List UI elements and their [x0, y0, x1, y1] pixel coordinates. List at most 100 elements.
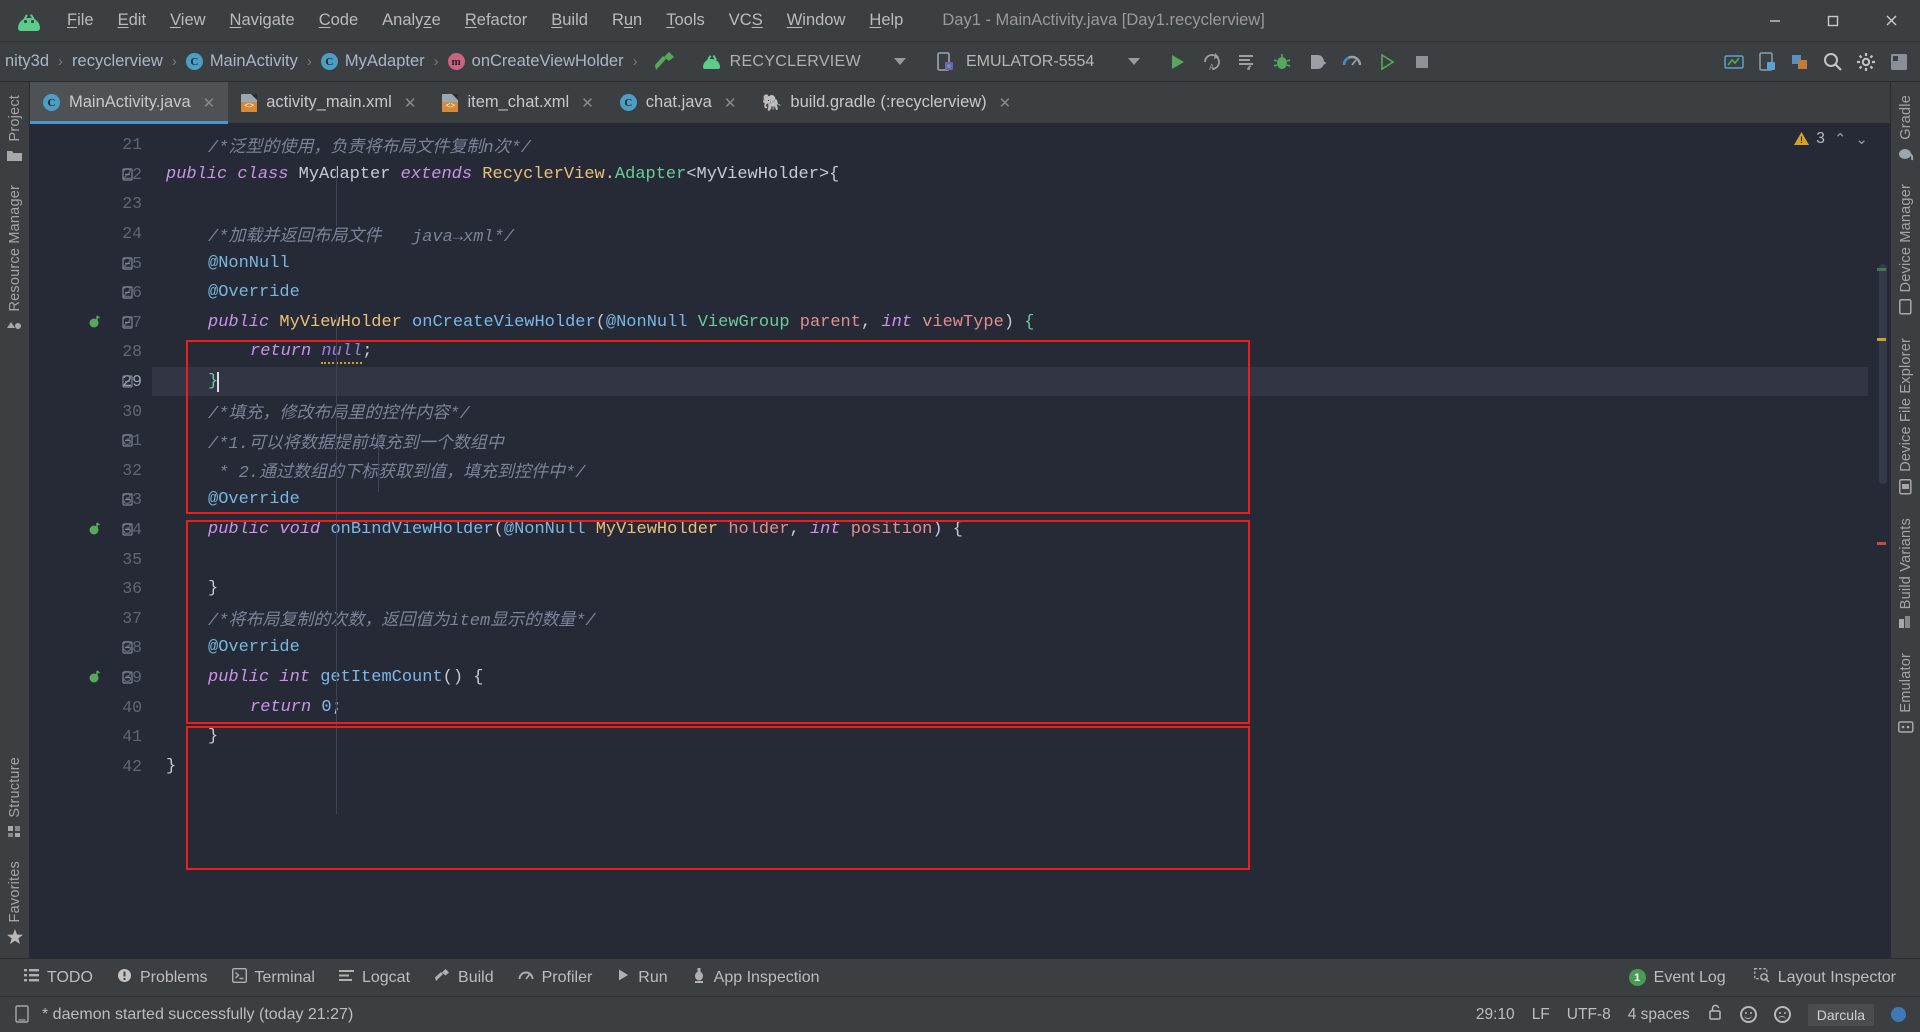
code-line[interactable]: @Override — [152, 278, 1868, 308]
editor-scrollbar[interactable] — [1879, 264, 1887, 484]
settings-gear-icon[interactable] — [1851, 47, 1881, 77]
profiler-icon[interactable] — [1337, 47, 1367, 77]
warning-count-badge[interactable]: ! 3 — [1793, 130, 1825, 148]
tool-window-button-logcat[interactable]: Logcat — [327, 965, 422, 991]
tool-window-structure[interactable]: Structure — [7, 748, 23, 852]
stop-icon[interactable] — [1407, 47, 1437, 77]
code-line[interactable]: @NonNull — [152, 248, 1868, 278]
tab-chat-java[interactable]: Cchat.java ✕ — [607, 82, 750, 123]
build-hammer-icon[interactable] — [652, 50, 678, 74]
code-line[interactable]: public void onBindViewHolder(@NonNull My… — [152, 515, 1868, 545]
tool-window-device-file-explorer[interactable]: Device File Explorer — [1898, 329, 1914, 509]
device-selector[interactable]: EMULATOR-5554 — [926, 47, 1148, 77]
tab-mainactivity-java[interactable]: C MainActivity.java ✕ — [30, 82, 229, 124]
tab-build-gradle[interactable]: 🐘 build.gradle (:recyclerview) ✕ — [749, 82, 1024, 123]
tool-window-button-terminal[interactable]: Terminal — [220, 964, 327, 992]
breadcrumb-item-myadapter[interactable]: C MyAdapter — [316, 49, 430, 74]
run-gutter-icon[interactable] — [88, 670, 103, 685]
code-line[interactable]: /*1.可以将数据提前填充到一个数组中 — [152, 426, 1868, 456]
tool-window-device-manager[interactable]: Device Manager — [1898, 175, 1914, 329]
apply-code-changes-icon[interactable] — [1232, 47, 1262, 77]
close-button[interactable] — [1862, 0, 1920, 42]
maximize-button[interactable] — [1804, 0, 1862, 42]
avd-manager-icon[interactable] — [1752, 47, 1782, 77]
code-fold-icon[interactable] — [120, 256, 134, 270]
code-line[interactable]: } — [152, 574, 1868, 604]
menu-navigate[interactable]: Navigate — [219, 7, 306, 34]
code-editor[interactable]: 21 22 23 24 25 26 27 28 29 30 31 32 33 34 35 36 37 38 39 40… — [30, 124, 1868, 958]
code-line[interactable]: public MyViewHolder onCreateViewHolder(@… — [152, 308, 1868, 338]
previous-problem-icon[interactable]: ⌃ — [1834, 130, 1847, 148]
code-fold-icon[interactable] — [120, 375, 134, 389]
menu-file[interactable]: File — [56, 7, 105, 34]
line-number-gutter[interactable]: 21 22 23 24 25 26 27 28 29 30 31 32 33 34 35 36 37 38 39 40… — [30, 124, 152, 958]
caret-position[interactable]: 29:10 — [1476, 1006, 1515, 1024]
breadcrumb-item-mainactivity[interactable]: C MainActivity — [181, 49, 303, 74]
debug-icon[interactable] — [1267, 47, 1297, 77]
code-line[interactable]: @Override — [152, 633, 1868, 663]
breadcrumb-item-nity3d[interactable]: nity3d — [0, 49, 54, 74]
menu-run[interactable]: Run — [601, 7, 653, 34]
tab-close-icon[interactable]: ✕ — [999, 94, 1012, 112]
code-line[interactable]: /*填充，修改布局里的控件内容*/ — [152, 396, 1868, 426]
code-line[interactable]: /*加载并返回布局文件 java→xml*/ — [152, 219, 1868, 249]
menu-edit[interactable]: Edit — [107, 7, 157, 34]
menu-code[interactable]: Code — [308, 7, 369, 34]
tool-window-gradle[interactable]: Gradle — [1898, 86, 1914, 175]
code-line[interactable] — [152, 189, 1868, 219]
indent-setting[interactable]: 4 spaces — [1628, 1006, 1690, 1024]
menu-build[interactable]: Build — [540, 7, 599, 34]
code-line[interactable]: return null; — [152, 337, 1868, 367]
tool-window-button-event-log[interactable]: 1 Event Log — [1617, 965, 1738, 991]
code-line[interactable]: public int getItemCount() { — [152, 663, 1868, 693]
run-gutter-icon[interactable] — [88, 315, 103, 330]
breadcrumb-item-recyclerview[interactable]: recyclerview — [67, 49, 168, 74]
tab-close-icon[interactable]: ✕ — [581, 94, 594, 112]
tool-window-resource-manager[interactable]: Resource Manager — [7, 176, 23, 346]
tab-activity-main-xml[interactable]: activity_main.xml ✕ — [228, 82, 429, 123]
minimize-button[interactable] — [1746, 0, 1804, 42]
menu-analyze[interactable]: Analyze — [371, 7, 452, 34]
ide-status-dot[interactable] — [1891, 1007, 1906, 1022]
tab-item-chat-xml[interactable]: item_chat.xml ✕ — [429, 82, 606, 123]
menu-help[interactable]: Help — [858, 7, 914, 34]
code-fold-icon[interactable] — [120, 315, 134, 329]
code-line[interactable]: * 2.通过数组的下标获取到值，填充到控件中*/ — [152, 456, 1868, 486]
tool-window-button-profiler[interactable]: Profiler — [506, 964, 605, 992]
encoding[interactable]: UTF-8 — [1567, 1006, 1611, 1024]
error-stripe-marker-column[interactable] — [1868, 124, 1890, 958]
theme-switcher[interactable]: Darcula — [1807, 1003, 1874, 1026]
code-text[interactable]: /*泛型的使用，负责将布局文件复制n次*/public class MyAdap… — [152, 124, 1868, 958]
happy-face-icon[interactable] — [1739, 1006, 1757, 1023]
breadcrumb-item-oncreateviewholder[interactable]: m onCreateViewHolder — [443, 49, 629, 74]
code-fold-icon[interactable] — [120, 670, 134, 684]
tab-close-icon[interactable]: ✕ — [724, 94, 737, 112]
project-structure-icon[interactable] — [1884, 47, 1914, 77]
code-line[interactable]: return 0; — [152, 692, 1868, 722]
menu-tools[interactable]: Tools — [655, 7, 716, 34]
code-line[interactable]: /*泛型的使用，负责将布局文件复制n次*/ — [152, 130, 1868, 160]
tool-window-button-layout-inspector[interactable]: Layout Inspector — [1742, 964, 1908, 992]
run-icon[interactable] — [1162, 47, 1192, 77]
code-line[interactable]: } — [152, 722, 1868, 752]
menu-window[interactable]: Window — [776, 7, 857, 34]
lock-icon[interactable] — [1707, 1003, 1723, 1026]
code-fold-icon[interactable] — [120, 434, 134, 448]
run-configuration-selector[interactable]: RECYCLERVIEW — [694, 49, 914, 75]
tool-window-button-todo[interactable]: TODO — [12, 964, 105, 991]
tab-close-icon[interactable]: ✕ — [404, 94, 417, 112]
code-line[interactable]: public class MyAdapter extends RecyclerV… — [152, 160, 1868, 190]
tool-window-favorites[interactable]: Favorites — [6, 852, 23, 958]
tool-window-emulator[interactable]: Emulator — [1898, 644, 1914, 748]
code-line[interactable]: /*将布局复制的次数，返回值为item显示的数量*/ — [152, 604, 1868, 634]
tool-window-button-build[interactable]: Build — [422, 964, 506, 992]
attach-debugger-icon[interactable] — [1302, 47, 1332, 77]
apply-changes-icon[interactable]: A — [1197, 47, 1227, 77]
code-line[interactable]: } — [152, 751, 1868, 781]
tool-window-build-variants[interactable]: Build Variants — [1898, 509, 1914, 644]
code-fold-icon[interactable] — [120, 493, 134, 507]
code-fold-icon[interactable] — [120, 523, 134, 537]
code-fold-icon[interactable] — [120, 641, 134, 655]
search-everywhere-icon[interactable] — [1818, 47, 1848, 77]
sad-face-icon[interactable] — [1773, 1006, 1791, 1023]
